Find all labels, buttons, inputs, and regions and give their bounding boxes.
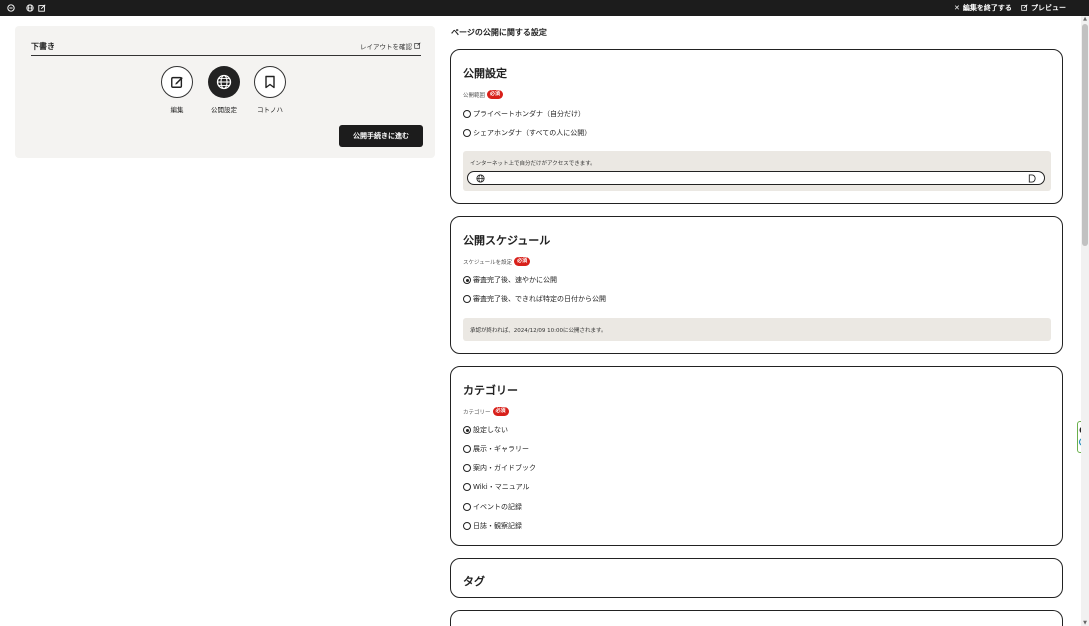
option-label: 審査完了後、速やかに公開 [473,276,557,284]
category-option-none[interactable]: 設定しない [463,425,508,435]
top-bar: ✕ 編集を終了する プレビュー [0,0,1089,16]
visibility-title: 公開設定 [463,67,507,80]
schedule-info-text: 承認が終われば、2024/12/09 10:00に公開されます。 [470,328,607,334]
draft-panel: 下書き レイアウトを確認 編集 公開設定 コトノハ 公開手続きに進む [15,26,435,158]
required-badge: 必須 [487,90,504,99]
radio-button[interactable] [463,464,471,472]
option-label: 審査完了後、できれば特定の日付から公開 [473,295,606,303]
proceed-publish-button[interactable]: 公開手続きに進む [339,125,423,147]
scroll-down-arrow-icon[interactable]: ▼ [1082,620,1088,626]
radio-button[interactable] [463,483,471,491]
radio-button[interactable] [463,522,471,530]
next-card-partial [450,610,1063,626]
layout-check-label: レイアウトを確認 [360,43,412,51]
radio-button-checked[interactable] [463,276,471,284]
visibility-card: 公開設定 公開範囲 必須 プライベートホンダナ（自分だけ） シェアホンダナ（すべ… [450,49,1063,204]
radio-button[interactable] [463,295,471,303]
page-heading: ページの公開に関する設定 [451,28,547,37]
scrollbar[interactable]: ▲ ▼ [1081,16,1089,626]
schedule-title: 公開スケジュール [463,234,551,247]
category-title: カテゴリー [463,384,518,397]
category-option-gallery[interactable]: 展示・ギャラリー [463,444,529,454]
schedule-card: 公開スケジュール スケジュールを設定 必須 審査完了後、速やかに公開 審査完了後… [450,216,1063,354]
option-label: イベントの記録 [473,503,522,511]
required-badge: 必須 [492,407,509,416]
radio-button[interactable] [463,503,471,511]
globe-icon [208,66,240,98]
visibility-option-private[interactable]: プライベートホンダナ（自分だけ） [463,109,585,119]
edit-icon[interactable] [37,3,47,13]
option-label: Wiki・マニュアル [473,483,530,491]
preview-icon [1021,3,1028,13]
copy-icon[interactable] [1028,174,1036,183]
category-label-text: カテゴリー [463,409,491,416]
globe-icon [476,174,485,183]
required-badge: 必須 [514,257,531,266]
preview-button[interactable]: プレビュー [1021,3,1066,13]
category-option-diary[interactable]: 日誌・観察記録 [463,521,522,531]
schedule-label-text: スケジュールを設定 [463,259,513,266]
visibility-field-label: 公開範囲 必須 [463,90,504,99]
visibility-option-shared[interactable]: シェアホンダナ（すべての人に公開） [463,128,591,138]
url-field[interactable] [467,171,1045,185]
edit-icon [161,66,193,98]
step-publish-settings[interactable]: 公開設定 [199,66,249,114]
scroll-up-arrow-icon[interactable]: ▲ [1082,16,1088,22]
panel-divider [31,55,421,56]
radio-button[interactable] [463,110,471,118]
radio-button[interactable] [463,129,471,137]
radio-button-checked[interactable] [463,426,471,434]
step-kotonoha-label: コトノハ [257,106,283,114]
layout-check-link[interactable]: レイアウトを確認 [360,41,421,51]
option-label: 案内・ガイドブック [473,464,536,472]
tags-card[interactable]: タグ [450,558,1063,598]
category-option-event[interactable]: イベントの記録 [463,502,522,512]
category-option-guidebook[interactable]: 案内・ガイドブック [463,463,536,473]
scrollbar-thumb[interactable] [1082,24,1088,246]
preview-label: プレビュー [1031,4,1066,12]
radio-button[interactable] [463,445,471,453]
draft-title: 下書き [31,42,55,51]
schedule-option-immediate[interactable]: 審査完了後、速やかに公開 [463,275,557,285]
schedule-info-box: 承認が終われば、2024/12/09 10:00に公開されます。 [463,318,1051,341]
step-kotonoha[interactable]: コトノハ [245,66,295,114]
category-option-wiki[interactable]: Wiki・マニュアル [463,482,530,492]
option-label: 設定しない [473,426,508,434]
schedule-option-date[interactable]: 審査完了後、できれば特定の日付から公開 [463,294,606,304]
close-icon: ✕ [954,4,960,12]
category-field-label: カテゴリー 必須 [463,407,509,416]
step-edit-label: 編集 [170,106,184,114]
copy-circle-icon[interactable] [6,3,16,13]
external-link-icon [414,41,421,51]
option-label: プライベートホンダナ（自分だけ） [473,110,585,118]
step-edit[interactable]: 編集 [152,66,202,114]
visibility-info-box: インターネット上で自分だけがアクセスできます。 [463,151,1051,191]
step-publish-label: 公開設定 [211,106,237,114]
option-label: 展示・ギャラリー [473,445,529,453]
visibility-label-text: 公開範囲 [463,92,486,99]
option-label: 日誌・観察記録 [473,522,522,530]
option-label: シェアホンダナ（すべての人に公開） [473,129,592,137]
globe-icon[interactable] [25,3,35,13]
tags-title: タグ [463,575,485,588]
visibility-info-text: インターネット上で自分だけがアクセスできます。 [470,161,596,167]
bookmark-icon [254,66,286,98]
schedule-field-label: スケジュールを設定 必須 [463,257,531,266]
category-card: カテゴリー カテゴリー 必須 設定しない 展示・ギャラリー 案内・ガイドブック … [450,366,1063,546]
end-edit-label: 編集を終了する [962,4,1012,12]
end-edit-button[interactable]: ✕ 編集を終了する [954,3,1012,13]
